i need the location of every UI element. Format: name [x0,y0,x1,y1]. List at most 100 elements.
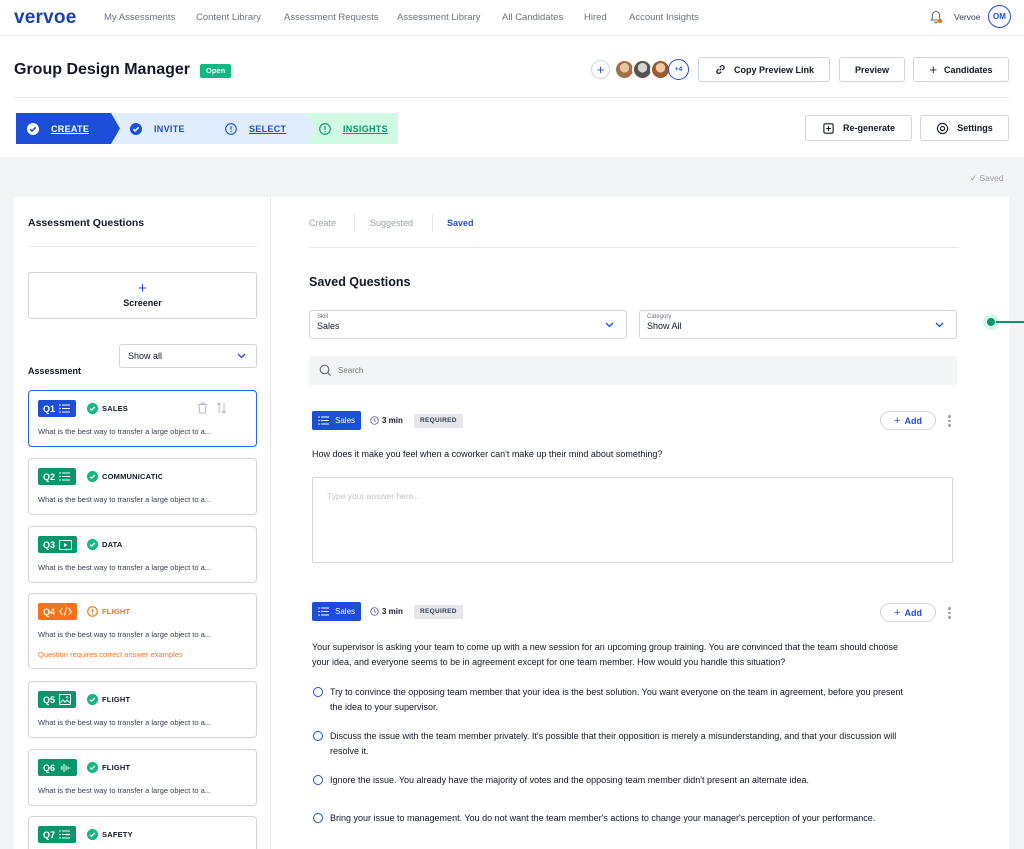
add-question-button[interactable]: + Add [880,603,936,622]
check-circle-icon [130,122,142,135]
skill-chip: Sales [312,411,362,430]
drag-handle-icon[interactable] [216,402,227,414]
option-text: Discuss the issue with the team member p… [330,729,956,759]
nav-account-insights[interactable]: Account Insights [629,12,699,23]
question-filter-select[interactable]: Show all [119,344,257,368]
user-avatar[interactable]: OM [988,5,1011,28]
warning-circle-icon [87,606,98,617]
option-text-line: Ignore the issue. You already have the m… [330,775,810,785]
radio-button[interactable] [313,813,323,823]
plus-icon: + [596,62,605,77]
chevron-down-icon [237,353,246,359]
question-card-q6[interactable]: Q6 FLIGHT What is the best way to transf… [28,749,257,806]
more-options-icon[interactable] [948,607,951,621]
question-card-q1[interactable]: Q1 SALES What is the best way to transfe… [28,390,257,447]
category-filter-value: Show All [647,321,682,331]
check-circle-icon [87,829,98,840]
question-text: What is the best way to transfer a large… [38,718,212,727]
question-number-badge: Q2 [38,468,77,485]
more-collaborators-badge[interactable]: +4 [668,59,689,80]
tab-create[interactable]: Create [309,218,336,228]
radio-button[interactable] [313,731,323,741]
list-icon [318,607,329,616]
copy-preview-link-label: Copy Preview Link [733,64,815,75]
add-screener-button[interactable]: + Screener [28,272,257,319]
question-text: What is the best way to transfer a large… [38,630,212,639]
tab-suggested[interactable]: Suggested [370,218,413,228]
preview-button[interactable]: Preview [839,57,905,82]
link-icon [716,65,725,74]
tab-saved[interactable]: Saved [447,218,474,228]
question-text: What is the best way to transfer a large… [38,563,212,572]
check-circle-icon [87,539,98,550]
question-skill: SAFETY [102,830,133,839]
answer-textarea[interactable] [313,478,952,562]
step-insights[interactable]: INSIGHTS [319,113,388,144]
question-text: What is the best way to transfer a large… [38,786,212,795]
nav-content-library[interactable]: Content Library [196,12,261,23]
nav-assessment-library[interactable]: Assessment Library [397,12,480,23]
clock-icon [370,416,379,425]
audio-icon [60,763,71,772]
question-number: Q4 [43,606,56,617]
chevron-down-icon [935,322,944,328]
check-circle-icon [87,762,98,773]
step-invite-label: INVITE [154,123,185,134]
nav-all-candidates[interactable]: All Candidates [502,12,563,23]
more-options-icon[interactable] [948,415,951,429]
question-skill: COMMUNICATION [102,472,162,481]
vervoe-logo[interactable]: vervoe [14,7,76,29]
add-collaborator-button[interactable]: + [591,60,610,79]
clock-icon [370,607,379,616]
option-text: Try to convince the opposing team member… [330,685,956,715]
question-search[interactable] [309,356,957,385]
trash-icon[interactable] [197,402,208,414]
user-name[interactable]: Vervoe [954,12,980,22]
plus-icon: + [138,280,147,297]
settings-button[interactable]: Settings [920,115,1009,141]
copy-preview-link-button[interactable]: Copy Preview Link [698,57,830,82]
sidebar-divider [28,246,257,247]
regenerate-button[interactable]: Re-generate [805,115,912,141]
question-number: Q5 [43,694,56,705]
video-icon [59,539,73,550]
category-filter-select[interactable]: Category Show All [639,310,957,339]
add-question-button[interactable]: + Add [880,411,936,430]
check-circle-icon [87,403,98,414]
answer-option-1[interactable]: Try to convince the opposing team member… [313,685,956,715]
answer-box[interactable] [312,477,953,563]
status-badge: Open [200,64,232,78]
answer-option-2[interactable]: Discuss the issue with the team member p… [313,729,956,759]
top-nav: vervoe My Assessments Content Library As… [0,0,1024,36]
question-card-q3[interactable]: Q3 DATA What is the best way to transfer… [28,526,257,583]
candidates-button[interactable]: + Candidates [913,57,1009,82]
radio-button[interactable] [313,775,323,785]
saved-status-text: Saved [979,173,1004,183]
question-number: Q7 [43,829,56,840]
question-number-badge: Q7 [38,826,77,843]
radio-button[interactable] [313,687,323,697]
plus-icon: + [894,414,901,427]
nav-hired[interactable]: Hired [584,12,607,23]
nav-assessment-requests[interactable]: Assessment Requests [284,12,379,23]
bell-icon[interactable] [928,9,944,25]
assessment-section-label: Assessment [28,366,82,376]
step-create[interactable]: CREATE [27,113,89,144]
regenerate-label: Re-generate [842,123,896,133]
skill-chip: Sales [312,602,362,621]
question-card-q5[interactable]: Q5 FLIGHT What is the best way to transf… [28,681,257,738]
search-input[interactable] [338,363,938,377]
answer-option-3[interactable]: Ignore the issue. You already have the m… [313,773,956,788]
step-invite[interactable]: INVITE [130,113,185,144]
skill-filter-select[interactable]: Skill Sales [309,310,627,339]
step-select[interactable]: SELECT [225,113,286,144]
question-skill: FLIGHT [102,695,131,704]
question-card-q2[interactable]: Q2 COMMUNICATION What is the best way to… [28,458,257,515]
option-text: Ignore the issue. You already have the m… [330,773,956,788]
nav-my-assessments[interactable]: My Assessments [104,12,175,23]
question-number-badge: Q3 [38,536,78,553]
answer-option-4[interactable]: Bring your issue to management. You do n… [313,811,956,826]
list-icon [318,416,329,425]
question-card-q7[interactable]: Q7 SAFETY [28,816,257,849]
question-card-q4[interactable]: Q4 FLIGHT What is the best way to transf… [28,593,257,669]
